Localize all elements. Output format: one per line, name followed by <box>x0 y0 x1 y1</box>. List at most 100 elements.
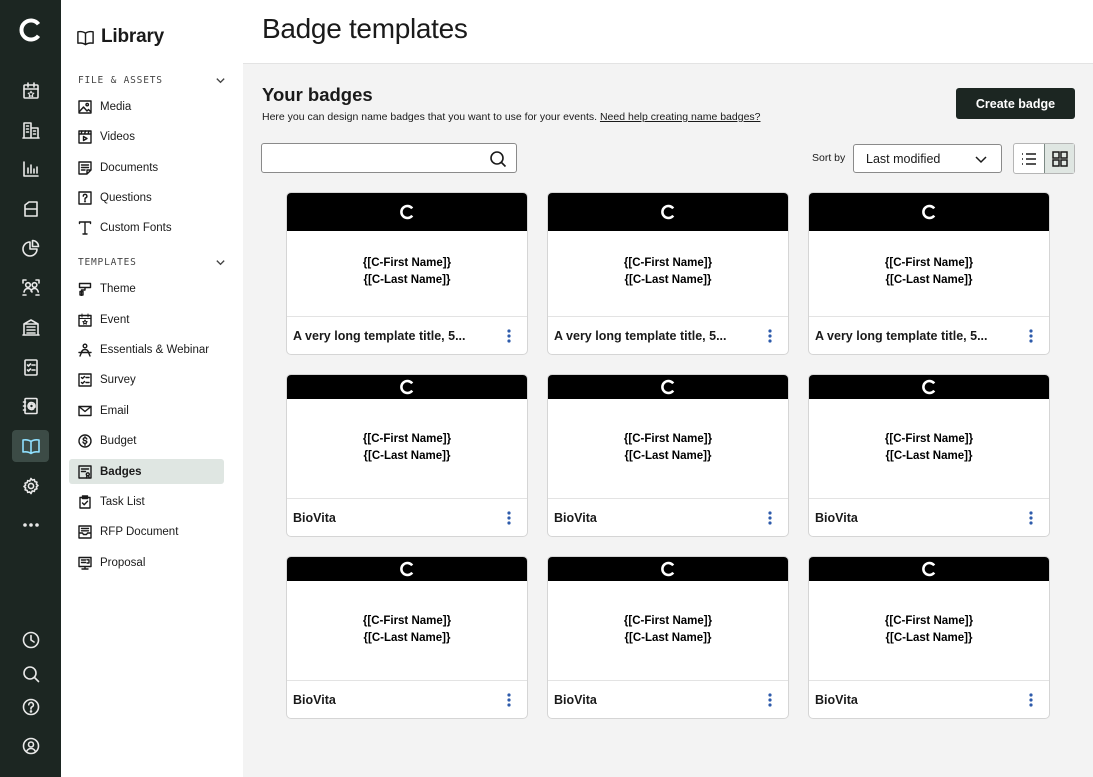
section-description: Here you can design name badges that you… <box>262 111 761 123</box>
badge-card[interactable]: {[C-First Name]} {[C-Last Name]} A very … <box>547 192 789 355</box>
last-name-placeholder: {[C-Last Name]} <box>363 274 451 286</box>
rail-analytics[interactable] <box>12 153 49 185</box>
brand-logo-icon <box>922 204 936 220</box>
page-title: Badge templates <box>262 13 468 44</box>
search-icon <box>22 666 39 683</box>
rail-recent[interactable] <box>12 624 49 656</box>
badge-card[interactable]: {[C-First Name]} {[C-Last Name]} BioVita <box>808 374 1050 537</box>
brand-logo-icon <box>400 379 414 395</box>
view-toggle <box>1013 143 1075 174</box>
nav-item-essentials-webinar[interactable]: Essentials & Webinar <box>69 337 224 362</box>
rail-help[interactable] <box>12 691 49 723</box>
dollar-circle-icon <box>78 433 92 448</box>
rail-profile[interactable] <box>12 730 49 762</box>
first-name-placeholder: {[C-First Name]} <box>362 257 452 269</box>
badge-title: BioVita <box>554 692 597 707</box>
last-name-placeholder: {[C-Last Name]} <box>885 274 973 286</box>
rail-people[interactable] <box>12 271 49 303</box>
more-options-icon[interactable] <box>762 689 778 711</box>
nav-item-badges[interactable]: Badges <box>69 459 224 484</box>
section-file-assets[interactable]: FILE & ASSETS <box>78 73 226 87</box>
badge-title: BioVita <box>815 692 858 707</box>
rail-buildings[interactable] <box>12 114 49 146</box>
section-templates[interactable]: TEMPLATES <box>78 255 226 269</box>
rail-calendar-star[interactable] <box>12 75 49 107</box>
nav-item-budget[interactable]: Budget <box>69 428 224 453</box>
badge-card[interactable]: {[C-First Name]} {[C-Last Name]} A very … <box>808 192 1050 355</box>
sort-label: Sort by <box>812 152 846 164</box>
nav-item-rfp-document[interactable]: RFP Document <box>69 519 224 544</box>
more-options-icon[interactable] <box>1023 507 1039 529</box>
brand-logo-icon <box>400 561 414 577</box>
nav-item-email[interactable]: Email <box>69 398 224 423</box>
badge-card[interactable]: {[C-First Name]} {[C-Last Name]} BioVita <box>547 374 789 537</box>
badge-card[interactable]: {[C-First Name]} {[C-Last Name]} BioVita <box>286 374 528 537</box>
rail-settings[interactable] <box>12 470 49 502</box>
last-name-placeholder: {[C-Last Name]} <box>885 450 973 462</box>
badge-preview-names: {[C-First Name]} {[C-Last Name]} <box>287 431 527 465</box>
badge-card-footer: BioVita <box>548 498 788 536</box>
venue-icon <box>21 319 40 336</box>
rail-address-book[interactable] <box>12 390 49 422</box>
badge-card-footer: A very long template title, 5... <box>548 316 788 354</box>
rail-files[interactable] <box>12 193 49 225</box>
envelope-icon <box>78 405 92 416</box>
more-options-icon[interactable] <box>762 325 778 347</box>
badge-card[interactable]: {[C-First Name]} {[C-Last Name]} BioVita <box>808 556 1050 719</box>
more-options-icon[interactable] <box>501 325 517 347</box>
badge-card-footer: BioVita <box>809 680 1049 718</box>
badge-card[interactable]: {[C-First Name]} {[C-Last Name]} A very … <box>286 192 528 355</box>
badge-header-band <box>548 193 788 231</box>
more-options-icon[interactable] <box>1023 689 1039 711</box>
rail-checklist[interactable] <box>12 351 49 383</box>
nav-item-documents[interactable]: Documents <box>69 155 224 180</box>
nav-item-task-list[interactable]: Task List <box>69 489 224 514</box>
sort-select[interactable]: Last modified <box>853 144 1002 173</box>
nav-item-media[interactable]: Media <box>69 94 224 119</box>
search-input[interactable] <box>262 144 482 172</box>
badge-preview-names: {[C-First Name]} {[C-Last Name]} <box>287 255 527 289</box>
more-horizontal-icon <box>22 523 39 527</box>
user-circle-icon <box>22 737 39 755</box>
list-icon <box>1022 152 1036 165</box>
people-icon <box>21 279 40 296</box>
badge-card[interactable]: {[C-First Name]} {[C-Last Name]} BioVita <box>286 556 528 719</box>
more-options-icon[interactable] <box>762 507 778 529</box>
nav-item-custom-fonts[interactable]: Custom Fonts <box>69 215 224 240</box>
grid-view-button[interactable] <box>1044 144 1074 173</box>
survey-icon <box>78 372 92 387</box>
rail-venues[interactable] <box>12 311 49 343</box>
badge-preview-names: {[C-First Name]} {[C-Last Name]} <box>548 255 788 289</box>
brand-logo-icon <box>661 379 675 395</box>
list-view-button[interactable] <box>1014 144 1044 173</box>
first-name-placeholder: {[C-First Name]} <box>623 433 713 445</box>
more-options-icon[interactable] <box>1023 325 1039 347</box>
rail-library[interactable] <box>12 430 49 462</box>
video-icon <box>78 129 92 144</box>
nav-item-event[interactable]: Event <box>69 307 224 332</box>
first-name-placeholder: {[C-First Name]} <box>623 615 713 627</box>
chevron-down-icon <box>975 155 987 163</box>
brand-logo[interactable] <box>0 10 61 50</box>
nav-item-videos[interactable]: Videos <box>69 124 224 149</box>
create-badge-button[interactable]: Create badge <box>956 88 1075 119</box>
nav-item-questions[interactable]: Questions <box>69 185 224 210</box>
help-link[interactable]: Need help creating name badges? <box>600 111 761 123</box>
nav-item-theme[interactable]: Theme <box>69 276 224 301</box>
search-icon[interactable] <box>489 150 507 168</box>
badge-preview-names: {[C-First Name]} {[C-Last Name]} <box>809 255 1049 289</box>
nav-item-proposal[interactable]: Proposal <box>69 550 224 575</box>
gear-icon <box>22 477 39 495</box>
more-options-icon[interactable] <box>501 507 517 529</box>
first-name-placeholder: {[C-First Name]} <box>362 615 452 627</box>
rail-more[interactable] <box>12 509 49 541</box>
more-options-icon[interactable] <box>501 689 517 711</box>
badge-card[interactable]: {[C-First Name]} {[C-Last Name]} BioVita <box>547 556 789 719</box>
rail-search[interactable] <box>12 658 49 690</box>
rail-reports[interactable] <box>12 232 49 264</box>
last-name-placeholder: {[C-Last Name]} <box>363 450 451 462</box>
nav-item-survey[interactable]: Survey <box>69 367 224 392</box>
library-title: Library <box>76 26 164 48</box>
font-icon <box>78 220 92 235</box>
nav-item-label: Media <box>100 100 132 113</box>
